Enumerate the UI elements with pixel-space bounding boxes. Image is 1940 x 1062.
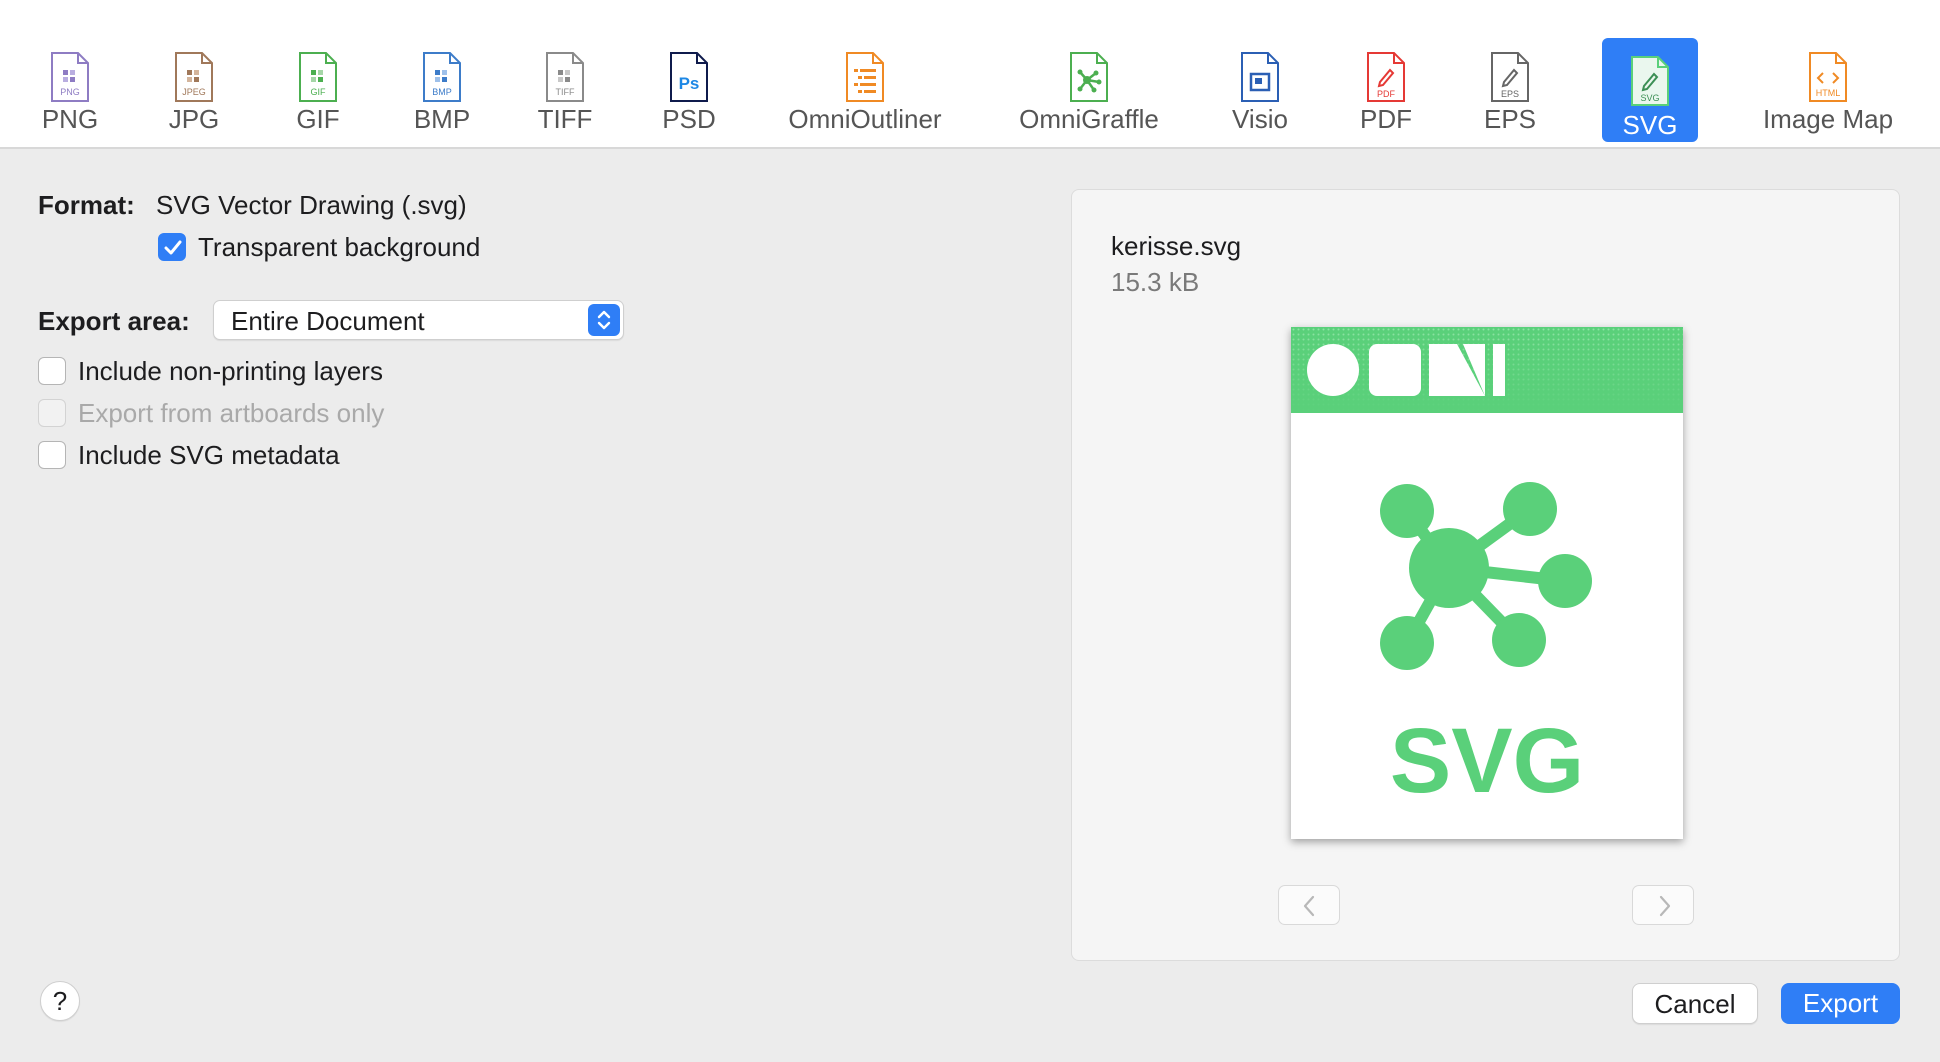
format-tiff-label: TIFF (537, 104, 593, 134)
artboards-only-label: Export from artboards only (78, 398, 385, 428)
format-gif-label: GIF (296, 104, 340, 134)
html-file-icon: HTML (1809, 52, 1847, 102)
png-file-icon: PNG (51, 52, 89, 102)
help-button[interactable]: ? (40, 981, 80, 1021)
svg-metadata-label[interactable]: Include SVG metadata (78, 440, 340, 471)
svg-text:PNG: PNG (60, 87, 80, 97)
omni-banner (1291, 327, 1683, 413)
cancel-button[interactable]: Cancel (1632, 983, 1758, 1024)
svg-text:PDF: PDF (1377, 89, 1396, 99)
svg-text:GIF: GIF (311, 87, 327, 97)
omnioutliner-file-icon (846, 52, 884, 102)
format-jpg-label: JPG (168, 104, 220, 134)
omnigraffle-file-icon (1070, 52, 1108, 102)
svg-text:EPS: EPS (1501, 89, 1519, 99)
export-dialog: PNG PNG JPEG JPG GIF GIF BMP BMP TIFF TI… (0, 0, 1940, 1062)
previous-page-button[interactable] (1278, 885, 1340, 925)
format-value: SVG Vector Drawing (.svg) (156, 190, 467, 220)
include-nonprinting-label[interactable]: Include non-printing layers (78, 356, 383, 387)
svg-text:BMP: BMP (432, 87, 452, 97)
format-psd-label: PSD (662, 104, 716, 134)
artboards-only-checkbox (38, 399, 66, 427)
preview-thumbnail: SVG (1291, 327, 1683, 839)
chevron-right-icon (1659, 895, 1671, 917)
format-psd[interactable]: Ps PSD (645, 0, 733, 149)
jpg-file-icon: JPEG (175, 52, 213, 102)
format-imagemap-label: Image Map (1762, 104, 1894, 134)
pdf-file-icon: PDF (1367, 52, 1405, 102)
omni-logo (1291, 327, 1683, 413)
include-nonprinting-checkbox[interactable] (38, 357, 66, 385)
thumb-svg-text: SVG (1390, 710, 1584, 812)
format-pdf[interactable]: PDF PDF (1342, 0, 1430, 149)
format-omnioutliner[interactable]: OmniOutliner (785, 0, 945, 149)
gif-file-icon: GIF (299, 52, 337, 102)
tiff-file-icon: TIFF (546, 52, 584, 102)
format-jpg[interactable]: JPEG JPG (150, 0, 238, 149)
format-svg-label: SVG (1622, 110, 1678, 140)
format-eps[interactable]: EPS EPS (1466, 0, 1554, 149)
omnigraffle-graph-icon: SVG (1380, 482, 1592, 812)
psd-file-icon: Ps (670, 52, 708, 102)
format-visio[interactable]: Visio (1216, 0, 1304, 149)
format-omnigraffle-label: OmniGraffle (1019, 104, 1159, 134)
svg-text:HTML: HTML (1816, 88, 1841, 98)
transparent-background-checkbox[interactable] (158, 233, 186, 261)
svg-text:JPEG: JPEG (182, 87, 206, 97)
format-pdf-label: PDF (1360, 104, 1412, 134)
format-png-label: PNG (41, 104, 99, 134)
checkmark-icon (164, 240, 182, 255)
export-area-select[interactable]: Entire Document (213, 300, 624, 340)
format-omnioutliner-label: OmniOutliner (788, 104, 942, 134)
visio-file-icon (1241, 52, 1279, 102)
export-area-value: Entire Document (231, 306, 425, 336)
format-label: Format: (38, 190, 135, 220)
format-gif[interactable]: GIF GIF (274, 0, 362, 149)
bmp-file-icon: BMP (423, 52, 461, 102)
format-bmp[interactable]: BMP BMP (398, 0, 486, 149)
chevron-left-icon (1303, 895, 1315, 917)
format-svg[interactable]: SVG SVG (1602, 0, 1698, 149)
svg-text:SVG: SVG (1640, 93, 1659, 103)
format-omnigraffle[interactable]: OmniGraffle (1009, 0, 1169, 149)
format-imagemap[interactable]: HTML Image Map (1758, 0, 1898, 149)
eps-file-icon: EPS (1491, 52, 1529, 102)
preview-filename: kerisse.svg (1111, 231, 1242, 261)
format-toolbar: PNG PNG JPEG JPG GIF GIF BMP BMP TIFF TI… (0, 0, 1940, 149)
svg-file-icon: SVG (1631, 56, 1669, 106)
next-page-button[interactable] (1632, 885, 1694, 925)
format-png[interactable]: PNG PNG (26, 0, 114, 149)
format-eps-label: EPS (1483, 104, 1537, 134)
export-button[interactable]: Export (1781, 983, 1900, 1024)
format-tiff[interactable]: TIFF TIFF (521, 0, 609, 149)
export-area-label: Export area: (38, 306, 190, 336)
select-stepper-icon (588, 304, 620, 336)
svg-text:TIFF: TIFF (556, 87, 575, 97)
svg-text:Ps: Ps (679, 74, 700, 93)
preview-filesize: 15.3 kB (1111, 267, 1200, 297)
svg-metadata-checkbox[interactable] (38, 441, 66, 469)
format-visio-label: Visio (1232, 104, 1288, 134)
transparent-background-label[interactable]: Transparent background (198, 232, 480, 263)
format-bmp-label: BMP (413, 104, 471, 134)
